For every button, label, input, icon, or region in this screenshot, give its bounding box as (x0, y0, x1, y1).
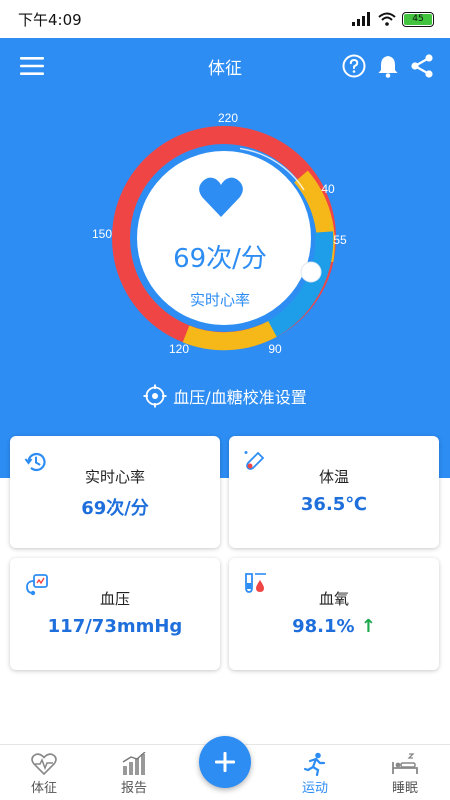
card-label: 体温 (318, 468, 349, 486)
signal-icon (352, 12, 370, 26)
card-value: 36.5℃ (300, 494, 368, 515)
status-time: 下午4:09 (18, 10, 82, 29)
nav-vitals[interactable]: 体征 (9, 751, 79, 796)
tick-label-40: 40 (321, 182, 335, 196)
heart-rate-value: 69次/分 (173, 244, 267, 274)
card-heart-rate[interactable]: 实时心率 69次/分 (10, 436, 220, 548)
card-value: 69次/分 (81, 498, 149, 519)
status-icons: 45 (352, 11, 434, 27)
card-blood-pressure[interactable]: 血压 117/73mmHg (10, 558, 220, 670)
heart-pulse-icon (31, 753, 57, 775)
battery-icon: 45 (402, 11, 434, 27)
bed-icon (392, 753, 418, 774)
plus-icon (215, 752, 235, 772)
tick-label-120: 120 (169, 342, 189, 356)
gauge-center: 69次/分 实时心率 (140, 143, 300, 343)
running-icon (303, 752, 326, 776)
card-label: 血氧 (318, 590, 349, 608)
hero-panel: 体征 220 40 55 90 120 150 69次/分 实时心率 血压/血糖… (0, 38, 450, 478)
card-value: 98.1% (292, 616, 355, 637)
status-bar: 下午4:09 45 (0, 0, 450, 38)
target-icon (143, 384, 167, 408)
card-value-row: 98.1% ↑ (229, 616, 439, 637)
heart-icon (199, 177, 243, 217)
gauge-indicator-knob[interactable] (300, 261, 322, 283)
tick-label-55: 55 (333, 233, 347, 247)
nav-label: 体征 (30, 781, 57, 796)
card-value: 117/73mmHg (47, 616, 183, 637)
nav-sleep[interactable]: 睡眠 (370, 751, 440, 796)
card-label: 实时心率 (84, 468, 145, 486)
nav-label: 报告 (120, 781, 147, 796)
battery-level: 45 (404, 13, 432, 25)
wifi-icon (378, 12, 396, 26)
nav-exercise[interactable]: 运动 (280, 751, 350, 796)
heart-rate-label: 实时心率 (189, 291, 250, 309)
bar-chart-icon (122, 752, 146, 775)
calibration-settings-button[interactable]: 血压/血糖校准设置 (0, 384, 450, 408)
tick-label-90: 90 (268, 342, 282, 356)
card-blood-oxygen[interactable]: 血氧 98.1% ↑ (229, 558, 439, 670)
card-label: 血压 (99, 590, 130, 608)
calibration-label: 血压/血糖校准设置 (173, 388, 307, 407)
add-button[interactable] (199, 736, 251, 788)
card-temperature[interactable]: 体温 36.5℃ (229, 436, 439, 548)
tick-label-220: 220 (218, 111, 238, 125)
nav-report[interactable]: 报告 (99, 751, 169, 796)
nav-label: 运动 (301, 781, 328, 796)
trend-up-arrow: ↑ (360, 616, 376, 637)
nav-label: 睡眠 (391, 781, 418, 796)
tick-label-150: 150 (92, 227, 112, 241)
